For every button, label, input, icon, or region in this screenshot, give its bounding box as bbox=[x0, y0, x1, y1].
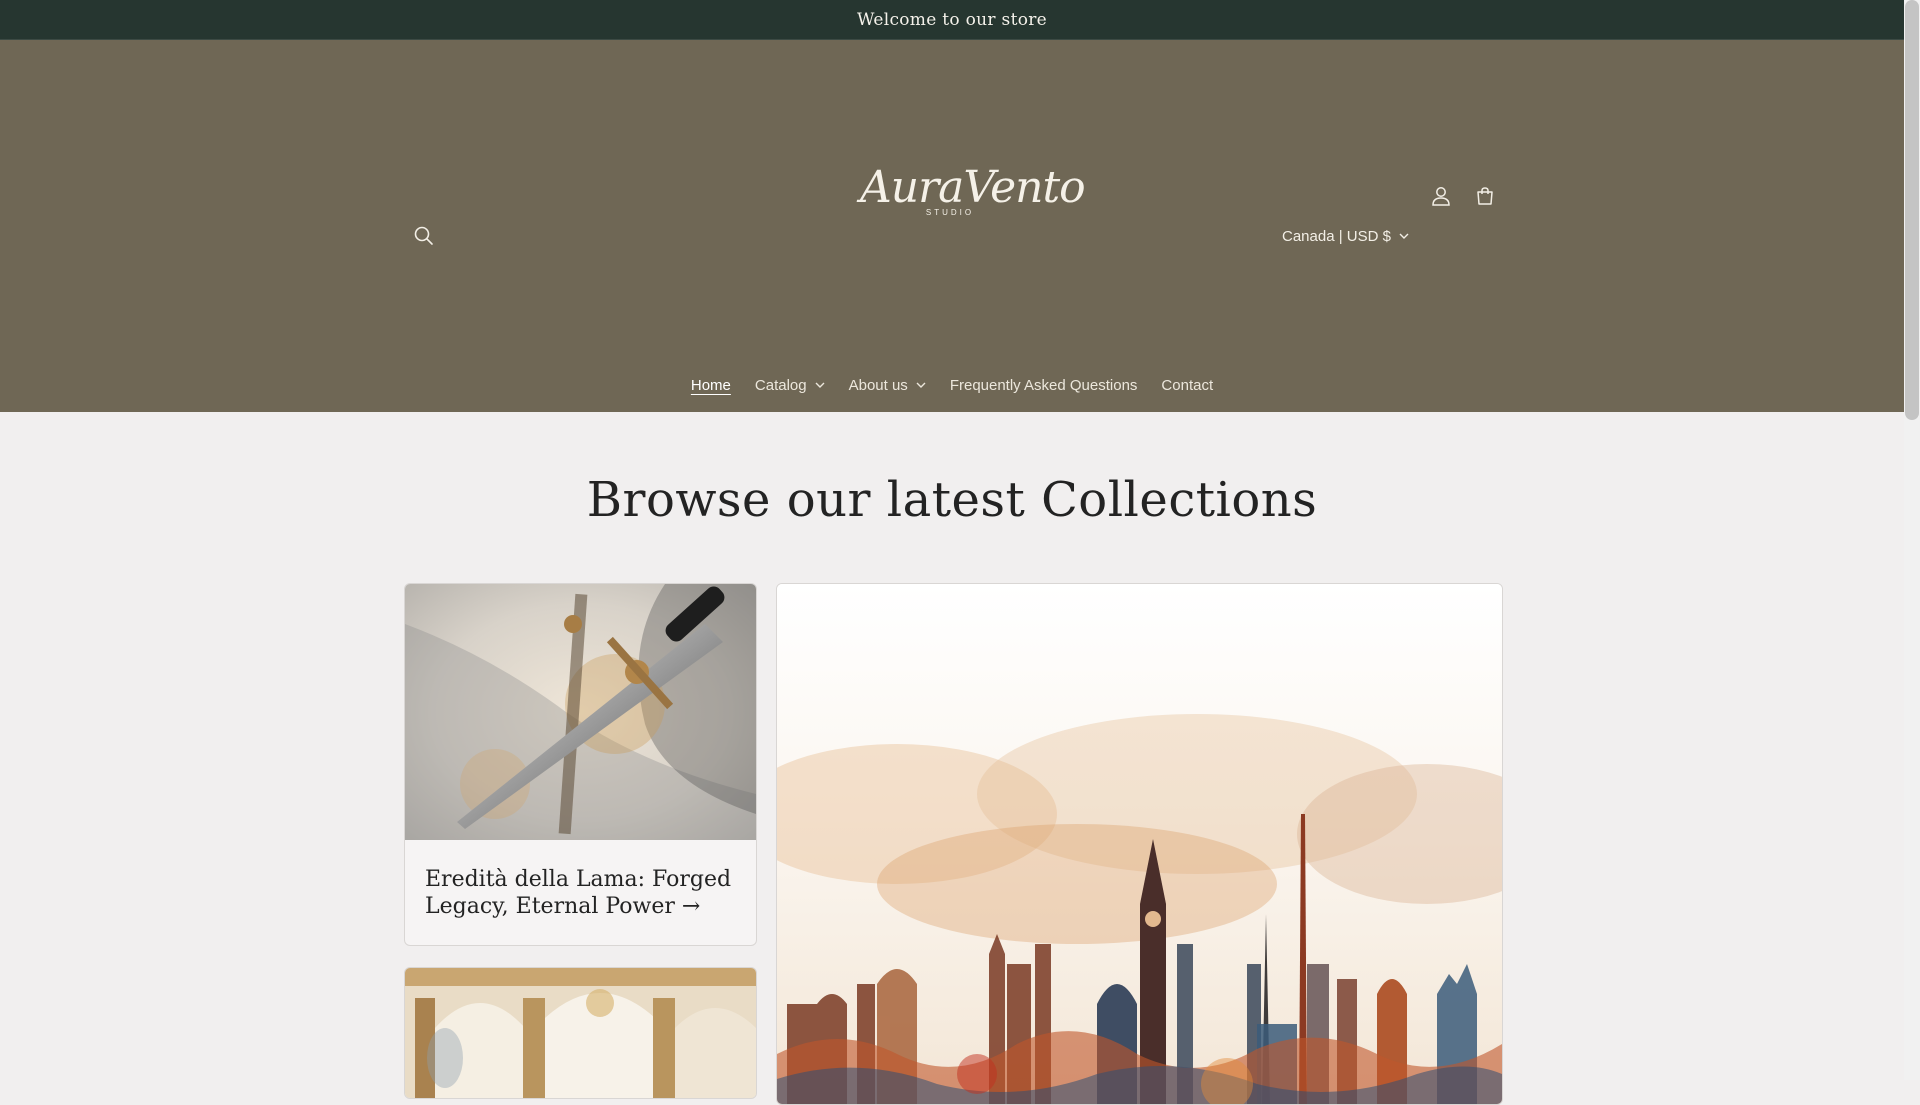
collection-card-featured[interactable] bbox=[776, 583, 1503, 1105]
search-button[interactable] bbox=[404, 216, 444, 256]
locale-label: Canada | USD $ bbox=[1282, 227, 1391, 245]
announcement-text: Welcome to our store bbox=[856, 9, 1048, 30]
chevron-down-icon bbox=[1399, 233, 1409, 239]
chevron-down-icon bbox=[916, 382, 926, 388]
collection-card[interactable]: Eredità della Lama: Forged Legacy, Etern… bbox=[404, 583, 757, 946]
search-icon bbox=[414, 226, 433, 245]
collection-title-link[interactable]: Eredità della Lama: Forged Legacy, Etern… bbox=[425, 866, 745, 920]
account-button[interactable] bbox=[1421, 176, 1461, 216]
collection-card[interactable] bbox=[404, 967, 757, 1099]
nav-item-contact[interactable]: Contact bbox=[1149, 362, 1225, 408]
nav-item-label: Home bbox=[690, 376, 731, 394]
cart-icon bbox=[1477, 187, 1493, 205]
collections-heading: Browse our latest Collections bbox=[586, 472, 1318, 528]
announcement-bar: Welcome to our store bbox=[0, 0, 1904, 40]
cart-button[interactable] bbox=[1465, 176, 1505, 216]
site-header: AuraVento STUDIO Canada | USD $ Home Cat… bbox=[0, 40, 1904, 412]
collection-image-skyline bbox=[777, 584, 1502, 1104]
nav-item-catalog[interactable]: Catalog bbox=[743, 362, 837, 408]
collection-image-arches bbox=[405, 968, 756, 1098]
scrollbar-thumb[interactable] bbox=[1905, 0, 1919, 420]
nav-item-faq[interactable]: Frequently Asked Questions bbox=[938, 362, 1150, 408]
store-logo[interactable]: AuraVento STUDIO bbox=[860, 162, 1086, 232]
chevron-down-icon bbox=[815, 382, 825, 388]
account-icon bbox=[1432, 187, 1450, 206]
arrow-right-icon: → bbox=[681, 894, 701, 919]
nav-item-home[interactable]: Home bbox=[679, 362, 743, 408]
nav-item-label: About us bbox=[848, 376, 908, 394]
nav-item-label: Contact bbox=[1161, 376, 1214, 394]
logo-wordmark: AuraVento bbox=[860, 162, 1086, 213]
collection-image-sword bbox=[405, 584, 756, 840]
nav-item-label: Catalog bbox=[754, 376, 807, 394]
nav-item-about-us[interactable]: About us bbox=[837, 362, 938, 408]
nav-item-label: Frequently Asked Questions bbox=[949, 376, 1138, 394]
main-navigation: Home Catalog About us Frequently Asked Q… bbox=[0, 362, 1904, 408]
country-currency-selector[interactable]: Canada | USD $ bbox=[1282, 216, 1409, 256]
